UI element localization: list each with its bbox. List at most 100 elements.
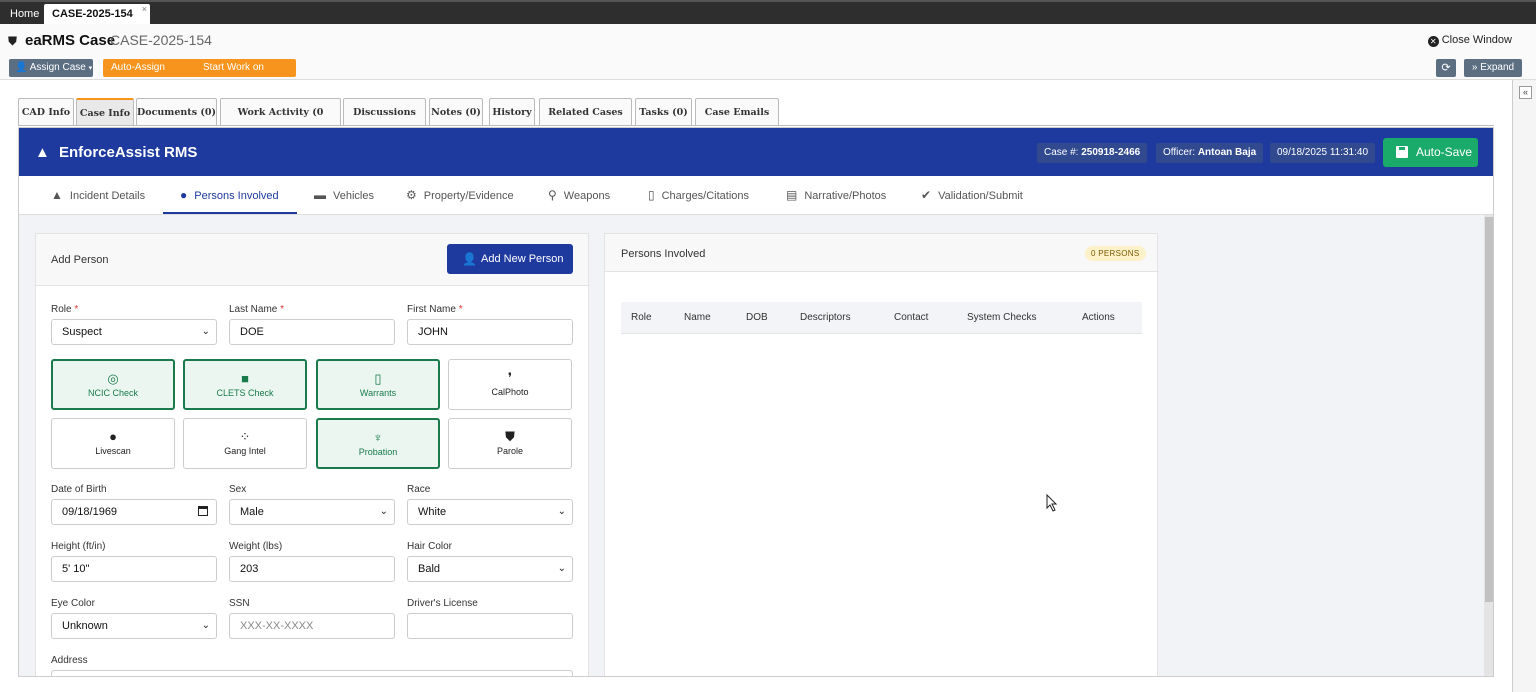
- auto-save-label: Auto-Save: [1416, 145, 1473, 159]
- save-icon: [1396, 146, 1408, 158]
- probation-button[interactable]: ♆ Probation: [316, 418, 440, 469]
- case-id: CASE-2025-154: [110, 32, 212, 48]
- column-descriptors: Descriptors: [800, 312, 851, 323]
- role-select[interactable]: Suspect ⌄: [51, 319, 217, 345]
- parole-button[interactable]: ⛊ Parole: [448, 418, 572, 469]
- calendar-icon[interactable]: [198, 506, 208, 516]
- last-name-input[interactable]: DOE: [229, 319, 395, 345]
- microphone-icon: ♆: [373, 430, 383, 445]
- clets-check-label: CLETS Check: [216, 388, 274, 398]
- persons-involved-header: Persons Involved 0 PERSONS: [605, 234, 1157, 272]
- hair-color-select[interactable]: Bald ⌄: [407, 556, 573, 582]
- tab-documents[interactable]: Documents (0): [136, 98, 217, 125]
- assign-case-button[interactable]: 👤 Assign Case ▾: [9, 59, 93, 77]
- dob-label: Date of Birth: [51, 484, 107, 495]
- height-input[interactable]: 5' 10": [51, 556, 217, 582]
- add-new-person-button[interactable]: 👤 Add New Person: [447, 244, 573, 274]
- warrants-button[interactable]: ▯ Warrants: [316, 359, 440, 410]
- chevron-down-icon: ⌄: [557, 506, 566, 517]
- tab-case-info[interactable]: Case Info: [76, 98, 134, 125]
- nav-label: Weapons: [563, 190, 611, 202]
- rms-title: EnforceAssist RMS: [59, 144, 198, 161]
- gang-intel-button[interactable]: ⁘ Gang Intel: [183, 418, 307, 469]
- users-icon: ⁘: [239, 429, 251, 444]
- nav-weapons[interactable]: ⚲ Weapons: [548, 176, 620, 214]
- right-panel-gutter: «: [1512, 80, 1536, 692]
- content-scrollbar[interactable]: [1484, 215, 1493, 676]
- ncic-check-button[interactable]: ◎ NCIC Check: [51, 359, 175, 410]
- scrollbar-thumb[interactable]: [1485, 217, 1493, 602]
- tab-history[interactable]: History: [489, 98, 535, 125]
- drivers-license-input[interactable]: [407, 613, 573, 639]
- tab-related-cases[interactable]: Related Cases (0): [539, 98, 632, 145]
- role-label: Role *: [51, 304, 79, 315]
- eye-color-select[interactable]: Unknown ⌄: [51, 613, 217, 639]
- user-icon: 👤: [462, 252, 477, 266]
- start-work-button[interactable]: Start Work on Case: [195, 59, 296, 91]
- close-window-button[interactable]: ✕ Close Window: [1427, 34, 1512, 47]
- hair-color-label: Hair Color: [407, 541, 453, 552]
- add-person-title: Add Person: [51, 254, 109, 266]
- chevron-down-icon: ⌄: [201, 620, 210, 631]
- height-label: Height (ft/in): [51, 541, 106, 552]
- tab-cad-info[interactable]: CAD Info: [18, 98, 74, 125]
- window-tab-strip: Home CASE-2025-154 ×: [0, 0, 1536, 26]
- tab-work-activity[interactable]: Work Activity (0 hours): [220, 98, 341, 145]
- auto-save-button[interactable]: Auto-Save: [1383, 138, 1478, 167]
- chevron-down-icon: ⌄: [557, 563, 566, 574]
- document-icon: ▤: [786, 188, 798, 202]
- check-circle-icon: ◎: [107, 371, 119, 386]
- first-name-label: First Name *: [407, 304, 463, 315]
- officer-value: Antoan Baja: [1197, 147, 1257, 158]
- add-person-header: Add Person 👤 Add New Person: [36, 234, 588, 286]
- datetime-chip: 09/18/2025 11:31:40: [1270, 143, 1376, 163]
- user-icon: ●: [180, 188, 188, 202]
- nav-persons-involved[interactable]: ● Persons Involved: [163, 176, 297, 214]
- column-actions: Actions: [1082, 312, 1115, 323]
- tab-case[interactable]: CASE-2025-154 ×: [44, 4, 150, 26]
- nav-incident-details[interactable]: ▲ Incident Details: [51, 176, 163, 214]
- refresh-button[interactable]: ⟳: [1436, 59, 1456, 77]
- sex-select[interactable]: Male ⌄: [229, 499, 395, 525]
- race-select[interactable]: White ⌄: [407, 499, 573, 525]
- caret-down-icon: ▾: [88, 65, 93, 72]
- tab-home[interactable]: Home: [2, 4, 42, 26]
- nav-label: Validation/Submit: [938, 190, 1023, 202]
- first-name-input[interactable]: JOHN: [407, 319, 573, 345]
- livescan-label: Livescan: [95, 446, 131, 456]
- weight-label: Weight (lbs): [229, 541, 283, 552]
- auto-assign-button[interactable]: Auto-Assign Case: [103, 59, 195, 91]
- nav-narrative-photos[interactable]: ▤ Narrative/Photos: [786, 176, 894, 214]
- rms-header: ▲ EnforceAssist RMS Case #: 250918-2466 …: [19, 128, 1493, 176]
- tab-tasks[interactable]: Tasks (0): [635, 98, 692, 125]
- file-icon: ▯: [648, 188, 655, 202]
- expand-button[interactable]: » Expand: [1464, 59, 1522, 77]
- clets-check-button[interactable]: ■ CLETS Check: [183, 359, 307, 410]
- tab-discussions[interactable]: Discussions (0): [343, 98, 426, 145]
- ssn-input[interactable]: XXX-XX-XXXX: [229, 613, 395, 639]
- nav-label: Persons Involved: [194, 190, 279, 202]
- nav-label: Charges/Citations: [661, 190, 750, 202]
- dob-input[interactable]: 09/18/1969: [51, 499, 217, 525]
- car-icon: ▬: [314, 188, 326, 202]
- livescan-button[interactable]: ● Livescan: [51, 418, 175, 469]
- chevrons-down-icon: »: [1471, 62, 1478, 73]
- nav-charges-citations[interactable]: ▯ Charges/Citations: [648, 176, 760, 214]
- nav-validation-submit[interactable]: ✔ Validation/Submit: [921, 176, 1036, 214]
- warning-icon: ▲: [35, 144, 50, 161]
- collapse-panel-button[interactable]: «: [1519, 86, 1532, 99]
- tab-close-icon[interactable]: ×: [142, 0, 147, 19]
- nav-property-evidence[interactable]: ⚙ Property/Evidence: [406, 176, 521, 214]
- tab-case-emails[interactable]: Case Emails (0): [695, 98, 779, 145]
- gear-icon: ⚙: [406, 188, 417, 202]
- nav-vehicles[interactable]: ▬ Vehicles: [314, 176, 384, 214]
- calphoto-button[interactable]: ❜ CalPhoto: [448, 359, 572, 410]
- case-number-chip: Case #: 250918-2466: [1037, 143, 1148, 163]
- officer-chip: Officer: Antoan Baja: [1156, 143, 1264, 163]
- address-input[interactable]: [51, 670, 573, 676]
- close-icon: ✕: [1427, 36, 1439, 47]
- weight-input[interactable]: 203: [229, 556, 395, 582]
- persons-involved-card: Persons Involved 0 PERSONS Role Name DOB…: [604, 233, 1158, 676]
- warning-icon: ▲: [51, 188, 63, 202]
- tab-notes[interactable]: Notes (0): [429, 98, 483, 125]
